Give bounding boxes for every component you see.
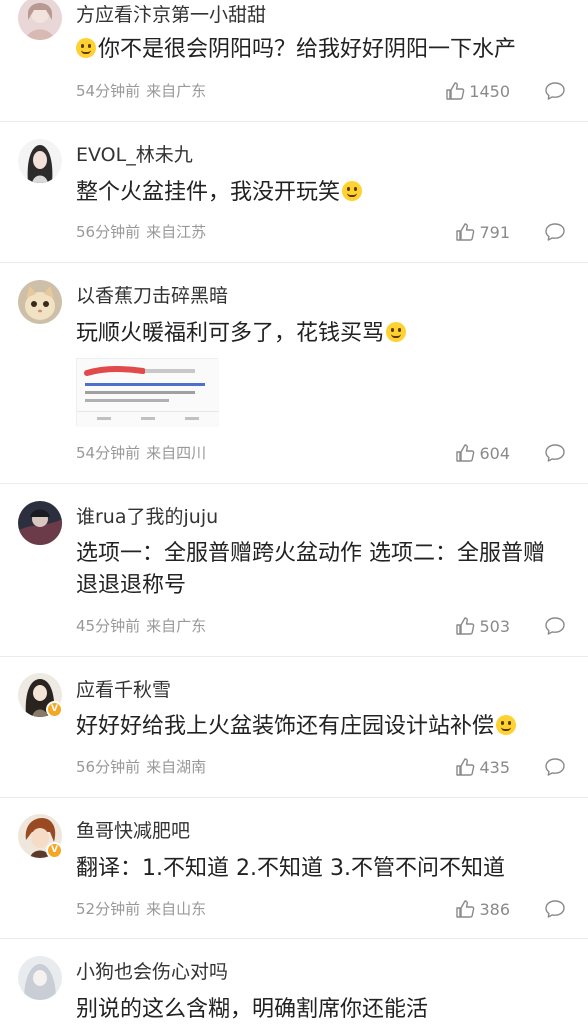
comment-text: 整个火盆挂件，我没开玩笑 <box>76 177 566 209</box>
comment-time: 45分钟前 <box>76 617 141 635</box>
thumbs-up-icon <box>456 617 475 635</box>
reply-bubble-icon[interactable] <box>544 443 566 463</box>
like-button[interactable]: 1450 <box>445 81 510 101</box>
avatar[interactable] <box>18 280 62 324</box>
comment-text-body: 玩顺火暖福利可多了，花钱买骂 <box>76 321 385 346</box>
comment-actions: 503 <box>455 615 566 637</box>
like-count: 386 <box>479 899 510 919</box>
comment-actions: 604 <box>455 442 566 464</box>
avatar[interactable] <box>18 501 62 545</box>
comment-location: 来自广东 <box>146 617 207 635</box>
like-count: 604 <box>479 443 510 463</box>
comment-time: 52分钟前 <box>76 900 141 918</box>
comment-text-body: 整个火盆挂件，我没开玩笑 <box>76 180 341 205</box>
comment-meta: 54分钟前 来自广东 <box>76 81 206 101</box>
comment-text-body: 选项一：全服普赠跨火盆动作 选项二：全服普赠退退退称号 <box>76 541 545 598</box>
comment-location: 来自江苏 <box>146 223 207 241</box>
username[interactable]: 小狗也会伤心对吗 <box>76 959 228 985</box>
username[interactable]: 方应看汴京第一小甜甜 <box>76 2 266 28</box>
comment-text: 翻译：1.不知道 2.不知道 3.不管不问不知道 <box>76 853 566 885</box>
avatar-image <box>18 280 62 324</box>
verified-badge-icon: V <box>46 701 63 718</box>
like-button[interactable]: 435 <box>455 757 510 777</box>
screenshot-thumbnail <box>77 359 219 427</box>
like-count: 1450 <box>469 81 510 101</box>
avatar[interactable] <box>18 139 62 183</box>
comment-actions: 435 <box>455 756 566 778</box>
salute-emoji <box>386 322 407 342</box>
like-count: 503 <box>479 616 510 636</box>
like-button[interactable]: 604 <box>455 443 510 463</box>
comment-location: 来自四川 <box>146 444 207 462</box>
crying-laugh-emoji <box>342 181 363 201</box>
comment-location: 来自广东 <box>146 82 207 100</box>
comment-item: 以香蕉刀击碎黑暗 玩顺火暖福利可多了，花钱买骂 54分钟前 来自四川 604 <box>0 263 588 484</box>
comment-item: V 应看千秋雪 好好好给我上火盆装饰还有庄园设计站补偿 56分钟前 来自湖南 43… <box>0 657 588 798</box>
reply-bubble-icon[interactable] <box>544 81 566 101</box>
avatar-image <box>18 501 62 545</box>
comment-item: 方应看汴京第一小甜甜 你不是很会阴阳吗？给我好好阴阳一下水产 54分钟前 来自广东… <box>0 0 588 122</box>
comment-feed: 方应看汴京第一小甜甜 你不是很会阴阳吗？给我好好阴阳一下水产 54分钟前 来自广东… <box>0 0 588 1024</box>
like-count: 791 <box>479 222 510 242</box>
username[interactable]: 应看千秋雪 <box>76 677 171 703</box>
comment-item: V 鱼哥快减肥吧 翻译：1.不知道 2.不知道 3.不管不问不知道 52分钟前来… <box>0 798 588 939</box>
comment-location: 来自山东 <box>146 900 207 918</box>
thumbs-up-icon <box>456 758 475 776</box>
verified-badge-icon: V <box>46 842 63 859</box>
comment-meta: 56分钟前 来自江苏 <box>76 222 206 242</box>
comment-meta: 56分钟前 来自湖南 <box>76 757 206 777</box>
comment-time: 56分钟前 <box>76 758 141 776</box>
comment-text-body: 好好好给我上火盆装饰还有庄园设计站补偿 <box>76 714 495 739</box>
username[interactable]: 鱼哥快减肥吧 <box>76 818 190 844</box>
comment-actions: 791 <box>455 221 566 243</box>
comment-item: EVOL_林未九 整个火盆挂件，我没开玩笑 56分钟前 来自江苏 791 <box>0 122 588 263</box>
smile-emoji <box>496 715 517 735</box>
thumbs-up-icon <box>456 900 475 918</box>
smile-emoji <box>76 38 96 58</box>
attached-image[interactable] <box>76 358 219 427</box>
thumbs-up-icon <box>456 223 475 241</box>
comment-meta: 54分钟前 来自四川 <box>76 443 206 463</box>
reply-bubble-icon[interactable] <box>544 757 566 777</box>
comment-meta: 52分钟前 来自山东 <box>76 899 206 919</box>
avatar-image <box>18 0 62 40</box>
comment-text: 别说的这么含糊，明确割席你还能活 <box>76 994 566 1024</box>
avatar[interactable] <box>18 0 62 40</box>
avatar-image <box>18 956 62 1000</box>
comment-meta: 45分钟前 来自广东 <box>76 616 206 636</box>
username[interactable]: 以香蕉刀击碎黑暗 <box>76 283 228 309</box>
comment-text-body: 别说的这么含糊，明确割席你还能活 <box>76 997 429 1022</box>
comment-item: 谁rua了我的juju 选项一：全服普赠跨火盆动作 选项二：全服普赠退退退称号 … <box>0 484 588 657</box>
comment-text: 好好好给我上火盆装饰还有庄园设计站补偿 <box>76 711 566 743</box>
username[interactable]: 谁rua了我的juju <box>76 504 218 530</box>
comment-actions: 1450 <box>445 80 566 102</box>
comment-text: 玩顺火暖福利可多了，花钱买骂 <box>76 318 566 350</box>
comment-location: 来自湖南 <box>146 758 207 776</box>
thumbs-up-icon <box>456 444 475 462</box>
comment-text: 选项一：全服普赠跨火盆动作 选项二：全服普赠退退退称号 <box>76 538 566 602</box>
comment-text-body: 你不是很会阴阳吗？给我好好阴阳一下水产 <box>98 37 517 62</box>
comment-time: 54分钟前 <box>76 82 141 100</box>
thumbs-up-icon <box>446 82 465 100</box>
reply-bubble-icon[interactable] <box>544 616 566 636</box>
avatar-image <box>18 139 62 183</box>
like-button[interactable]: 791 <box>455 222 510 242</box>
avatar[interactable] <box>18 956 62 1000</box>
comment-text: 你不是很会阴阳吗？给我好好阴阳一下水产 <box>76 34 566 66</box>
comment-text-body: 翻译：1.不知道 2.不知道 3.不管不问不知道 <box>76 856 505 881</box>
comment-time: 54分钟前 <box>76 444 141 462</box>
comment-time: 56分钟前 <box>76 223 141 241</box>
comment-item: 小狗也会伤心对吗 别说的这么含糊，明确割席你还能活 <box>0 939 588 1024</box>
comment-actions: 386 <box>455 898 566 920</box>
reply-bubble-icon[interactable] <box>544 899 566 919</box>
like-button[interactable]: 386 <box>455 899 510 919</box>
like-button[interactable]: 503 <box>455 616 510 636</box>
like-count: 435 <box>479 757 510 777</box>
reply-bubble-icon[interactable] <box>544 222 566 242</box>
username[interactable]: EVOL_林未九 <box>76 142 193 168</box>
